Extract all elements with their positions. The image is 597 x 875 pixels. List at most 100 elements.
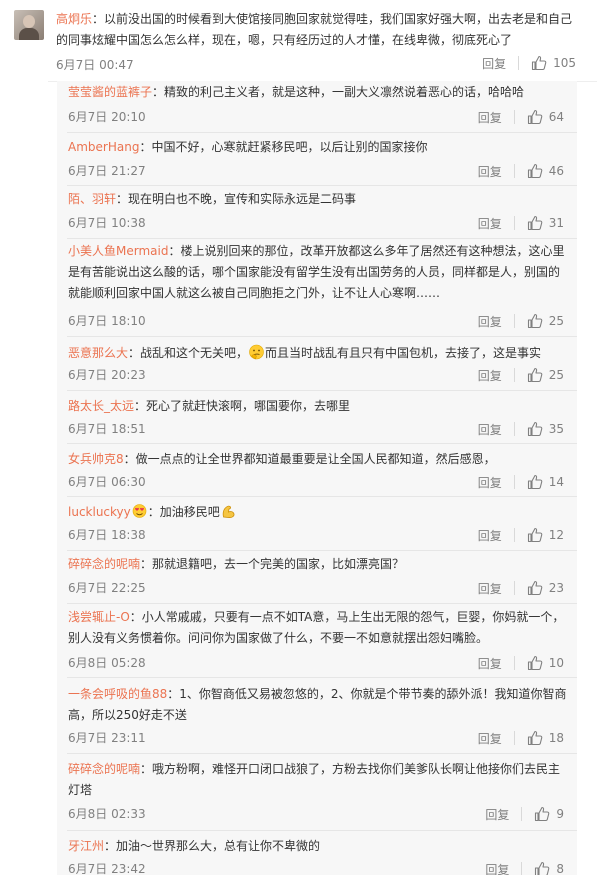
reply-item: 小美人鱼Mermaid：楼上说别回来的那位，改革开放都这么多年了居然还有这种想法… (57, 239, 577, 337)
thumbs-up-icon[interactable] (527, 474, 543, 490)
reply-username[interactable]: 碎碎念的呢喃 (68, 762, 140, 776)
reply-time: 6月8日 02:33 (68, 807, 146, 821)
reply-text: ：哦方粉啊，难怪开口闭口战狼了，方粉去找你们美爹队长啊让他接你们去民主灯塔 (68, 762, 561, 797)
heart-eyes-emoji-icon (132, 504, 147, 518)
reply-time: 6月7日 23:42 (68, 862, 146, 875)
reply-item: 恶意那么大：战乱和这个无关吧， 而且当时战乱有且只有中国包机，去接了，这是事实 6… (57, 337, 577, 391)
thumbs-up-icon[interactable] (527, 215, 543, 231)
reply-time: 6月7日 18:38 (68, 528, 146, 542)
reply-username[interactable]: 女兵帅克8 (68, 452, 124, 466)
reply-button[interactable]: 回复 (478, 109, 502, 126)
reply-text-continued: 而且当时战乱有且只有中国包机，去接了，这是事实 (265, 346, 542, 360)
thumbs-up-icon[interactable] (527, 580, 543, 596)
reply-button[interactable]: 回复 (485, 861, 509, 875)
comment-text: 高炯乐：以前没出国的时候看到大使馆接同胞回家就觉得哇，我们国家好强大啊，出去老是… (56, 9, 584, 51)
reply-username[interactable]: AmberHang (68, 140, 139, 154)
reply-button[interactable]: 回复 (485, 806, 509, 823)
like-count: 10 (548, 656, 564, 670)
reply-time: 6月7日 23:11 (68, 731, 146, 745)
thumbs-up-icon[interactable] (527, 367, 543, 383)
reply-username[interactable]: 恶意那么大 (68, 346, 128, 360)
like-count: 64 (548, 110, 564, 124)
reply-list: 莹莹酱的蓝裤子：精致的利己主义者，就是这种，一副大义凛然说着恶心的话，哈哈哈 6… (57, 81, 577, 875)
like-count: 9 (556, 807, 564, 821)
reply-time: 6月7日 20:23 (68, 368, 146, 382)
comment-actions: 回复 105 (482, 55, 576, 71)
reply-item: 陌、羽轩：现在明白也不晚，宣传和实际永远是二码事 6月7日 10:38 回复 3… (57, 186, 577, 239)
thumbs-up-icon[interactable] (527, 313, 543, 329)
reply-button[interactable]: 回复 (478, 367, 502, 384)
reply-time: 6月7日 20:10 (68, 110, 146, 124)
reply-button[interactable]: 回复 (478, 313, 502, 330)
like-count: 25 (548, 368, 564, 382)
reply-item: 女兵帅克8：做一点点的让全世界都知道最重要是让全国人民都知道，然后感恩， 6月7… (57, 444, 577, 497)
reply-button[interactable]: 回复 (478, 580, 502, 597)
reply-username[interactable]: 莹莹酱的蓝裤子 (68, 85, 152, 99)
reply-time: 6月7日 21:27 (68, 164, 146, 178)
reply-button[interactable]: 回复 (478, 474, 502, 491)
thinking-emoji-icon (249, 344, 264, 360)
reply-text: ：那就退籍吧，去一个完美的国家，比如漂亮国？ (140, 557, 405, 571)
like-count: 25 (548, 314, 564, 328)
thumbs-up-icon[interactable] (527, 730, 543, 746)
like-count: 23 (548, 581, 564, 595)
reply-text: ：死心了就赶快滚啊，哪国要你，去哪里 (134, 399, 351, 413)
like-count: 46 (548, 164, 564, 178)
thumbs-up-icon[interactable] (527, 655, 543, 671)
reply-username[interactable]: 陌、羽轩 (68, 192, 116, 206)
reply-item: 碎碎念的呢喃：那就退籍吧，去一个完美的国家，比如漂亮国？ 6月7日 22:25 … (57, 551, 577, 604)
divider (518, 56, 520, 70)
like-count: 8 (556, 862, 564, 875)
reply-text: ：加油移民吧 (147, 505, 220, 519)
divider (67, 677, 577, 678)
reply-button[interactable]: 回复 (478, 527, 502, 544)
reply-time: 6月7日 06:30 (68, 475, 146, 489)
reply-username[interactable]: 路太长_太远 (68, 399, 134, 413)
reply-time: 6月7日 22:25 (68, 581, 146, 595)
reply-item: luckluckyy ：加油移民吧 6月7日 18:38 回复 12 (57, 497, 577, 551)
reply-text: ：精致的利己主义者，就是这种，一副大义凛然说着恶心的话，哈哈哈 (152, 85, 525, 99)
thumbs-up-icon[interactable] (527, 421, 543, 437)
thumbs-up-icon[interactable] (527, 109, 543, 125)
reply-username[interactable]: 一条会呼吸的鱼88 (68, 687, 167, 701)
avatar[interactable] (14, 10, 44, 40)
reply-text: ：现在明白也不晚，宣传和实际永远是二码事 (116, 192, 357, 206)
reply-item: 牙江州：加油～世界那么大，总有让你不卑微的 6月7日 23:42 回复 8 (57, 833, 577, 875)
reply-username[interactable]: luckluckyy (68, 505, 131, 519)
reply-time: 6月7日 18:51 (68, 422, 146, 436)
like-count: 12 (548, 528, 564, 542)
thumbs-up-icon[interactable] (531, 55, 547, 71)
reply-username[interactable]: 碎碎念的呢喃 (68, 557, 140, 571)
reply-text: ：战乱和这个无关吧， (128, 346, 249, 360)
reply-button[interactable]: 回复 (478, 655, 502, 672)
reply-text: ：中国不好，心寒就赶紧移民吧，以后让别的国家接你 (139, 140, 428, 154)
reply-item: 碎碎念的呢喃：哦方粉啊，难怪开口闭口战狼了，方粉去找你们美爹队长啊让他接你们去民… (57, 754, 577, 831)
reply-button[interactable]: 回复 (478, 421, 502, 438)
comment-body: ：以前没出国的时候看到大使馆接同胞回家就觉得哇，我们国家好强大啊，出去老是和自己… (56, 12, 573, 47)
thumbs-up-icon[interactable] (527, 163, 543, 179)
thumbs-up-icon[interactable] (534, 806, 550, 822)
reply-item: 路太长_太远：死心了就赶快滚啊，哪国要你，去哪里 6月7日 18:51 回复 3… (57, 391, 577, 444)
comment-username[interactable]: 高炯乐 (56, 12, 92, 26)
reply-time: 6月7日 10:38 (68, 216, 146, 230)
reply-button[interactable]: 回复 (478, 730, 502, 747)
reply-button[interactable]: 回复 (478, 215, 502, 232)
like-count: 35 (548, 422, 564, 436)
reply-time: 6月8日 05:28 (68, 656, 146, 670)
thumbs-up-icon[interactable] (527, 527, 543, 543)
reply-text: ：小人常戚戚，只要有一点不如TA意，马上生出无限的怨气，巨婴，你妈就一个，别人没… (68, 610, 565, 645)
reply-username[interactable]: 浅尝辄止-O (68, 610, 130, 624)
like-count: 31 (548, 216, 564, 230)
like-count: 18 (548, 731, 564, 745)
reply-username[interactable]: 牙江州 (68, 839, 104, 853)
reply-item: 浅尝辄止-O：小人常戚戚，只要有一点不如TA意，马上生出无限的怨气，巨婴，你妈就… (57, 604, 577, 678)
like-count: 14 (548, 475, 564, 489)
reply-button[interactable]: 回复 (482, 55, 506, 72)
reply-username[interactable]: 小美人鱼Mermaid (68, 244, 168, 258)
like-count: 105 (553, 56, 576, 70)
strong-arm-emoji-icon (222, 505, 235, 518)
reply-text: ：做一点点的让全世界都知道最重要是让全国人民都知道，然后感恩， (123, 452, 496, 466)
divider (67, 830, 577, 831)
reply-button[interactable]: 回复 (478, 163, 502, 180)
thumbs-up-icon[interactable] (534, 861, 550, 875)
